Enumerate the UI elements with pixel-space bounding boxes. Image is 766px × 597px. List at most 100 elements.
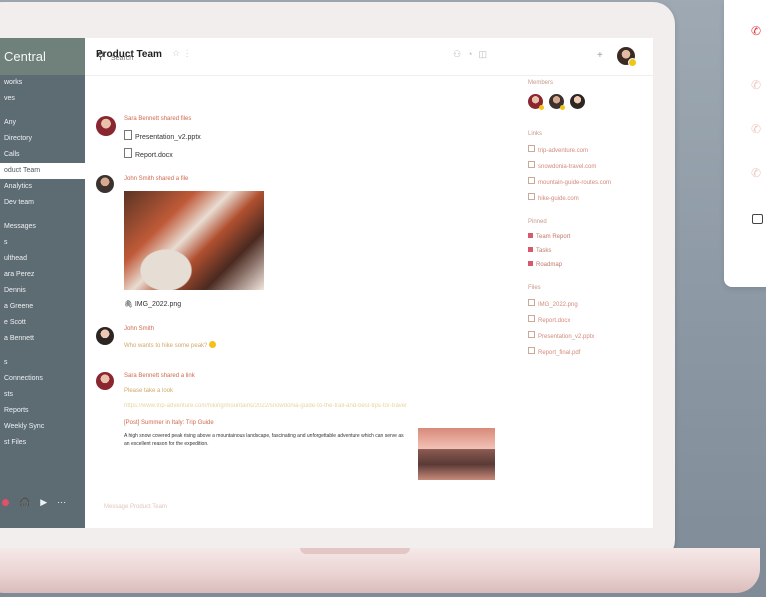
sidebar-item[interactable]: Dev team (0, 195, 85, 211)
notification-dot[interactable] (2, 498, 9, 506)
message-icon[interactable] (752, 214, 763, 224)
avatar[interactable] (617, 47, 637, 67)
sidebar-item[interactable]: oduct Team (0, 163, 85, 179)
avatar[interactable] (96, 175, 114, 193)
files-item[interactable]: Report.docx (528, 315, 648, 324)
sidebar-item[interactable]: e Scott (0, 315, 85, 331)
call-icon[interactable]: ✆ (751, 78, 761, 92)
links-item[interactable]: trip-adventure.com (528, 145, 648, 154)
pinned-item[interactable]: Team Report (528, 233, 648, 240)
sidebar-list: works ves Any Directory Calls oduct Team Analy… (0, 75, 85, 451)
links-item[interactable]: hike-guide.com (528, 193, 648, 202)
shared-link[interactable]: https://www.trip-adventure.com/hiking/mo… (124, 403, 464, 409)
sidebar-item[interactable]: works (0, 75, 85, 91)
pin-icon (528, 233, 533, 238)
attachment-icon: 🖇 (124, 301, 135, 308)
sidebar-item[interactable]: Calls (0, 147, 85, 163)
avatar[interactable] (96, 116, 116, 136)
sidebar-item[interactable]: Dennis (0, 283, 85, 299)
pinned-heading: Pinned (528, 219, 547, 225)
file-icon (528, 331, 535, 338)
workspace-title[interactable]: Central (0, 38, 85, 75)
links-item[interactable]: snowdonia-travel.com (528, 161, 648, 170)
pin-icon (528, 247, 533, 252)
sidebar-item[interactable]: s (0, 355, 85, 371)
pinned-list: Team Report Tasks Roadmap (528, 233, 648, 268)
call-card: ✆ ✆ ✆ ✆ (724, 0, 766, 287)
file-icon (528, 347, 535, 354)
message-author: Sara Bennett shared a link (124, 373, 195, 379)
file-icon (528, 299, 535, 306)
sidebar-item[interactable]: a Greene (0, 299, 85, 315)
sidebar-item[interactable]: sts (0, 387, 85, 403)
more-icon[interactable]: ⋯ (57, 497, 66, 508)
members-heading: Members (528, 80, 554, 86)
message-text: Please take a look (124, 388, 174, 394)
headset-icon[interactable]: 🎧 (19, 497, 30, 508)
message-author: John Smith (124, 326, 155, 332)
sidebar-item[interactable]: ara Perez (0, 267, 85, 283)
call-icon[interactable]: ✆ (751, 122, 761, 136)
file-attachment[interactable]: Presentation_v2.pptx (124, 130, 201, 141)
avatar[interactable] (96, 327, 114, 345)
laptop-notch (300, 548, 410, 554)
sidebar-item[interactable]: s (0, 235, 85, 251)
pin-icon (528, 261, 533, 266)
message-author: Sara Bennett shared files (124, 116, 192, 122)
link-preview-title: [Post] Summer in Italy: Trip Guide (124, 420, 214, 426)
link-preview-image[interactable] (418, 428, 495, 480)
page-title: Product Team (96, 49, 162, 60)
files-list: IMG_2022.png Report.docx Presentation_v2.p… (528, 299, 648, 356)
call-icon[interactable]: ✆ (751, 166, 761, 180)
right-panel: Members Links trip-adventure.com snowdoni… (528, 80, 648, 363)
sidebar-item[interactable]: Messages (0, 219, 85, 235)
file-icon (528, 315, 535, 322)
sidebar-item[interactable]: ulthead (0, 251, 85, 267)
sidebar-item[interactable]: a Bennett (0, 331, 85, 347)
files-heading: Files (528, 285, 541, 291)
sidebar-item[interactable]: st Files (0, 435, 85, 451)
document-icon (124, 148, 132, 158)
link-preview[interactable]: [Post] Summer in Italy: Trip Guide A hig… (124, 420, 404, 448)
link-preview-body: A high snow covered peak rising above a … (124, 433, 404, 447)
sidebar-item[interactable]: Reports (0, 403, 85, 419)
avatar[interactable] (96, 372, 114, 390)
avatar[interactable] (549, 94, 565, 110)
avatar[interactable] (570, 94, 585, 109)
files-item[interactable]: IMG_2022.png (528, 299, 648, 308)
message-author: John Smith shared a file (124, 176, 189, 182)
sidebar-item[interactable]: Any (0, 115, 85, 131)
sidebar-item[interactable]: Connections (0, 371, 85, 387)
message-input[interactable]: Message Product Team (104, 504, 167, 510)
missed-call-icon[interactable]: ✆ (751, 24, 761, 38)
file-icon (528, 193, 535, 200)
shared-image[interactable] (124, 191, 264, 290)
pinned-item[interactable]: Tasks (528, 247, 648, 254)
star-icon[interactable]: ☆ ⋮ (172, 48, 192, 59)
avatar[interactable] (528, 94, 544, 110)
links-heading: Links (528, 131, 543, 137)
file-attachment[interactable]: Report.docx (124, 148, 173, 159)
add-button[interactable]: + (597, 50, 603, 61)
image-filename[interactable]: 🖇 IMG_2022.png (124, 300, 181, 308)
links-item[interactable]: mountain-guide-routes.com (528, 177, 648, 186)
emoji-icon (209, 341, 217, 348)
laptop-base (0, 548, 760, 593)
sidebar-item[interactable]: Weekly Sync (0, 419, 85, 435)
file-icon (528, 161, 535, 168)
sidebar: Central works ves Any Directory Calls oduct T… (0, 38, 85, 528)
sidebar-item[interactable]: Directory (0, 131, 85, 147)
files-item[interactable]: Report_final.pdf (528, 347, 648, 356)
video-icon[interactable]: ▶ (40, 497, 47, 508)
header-actions[interactable]: ⚇◔◫ (453, 49, 493, 60)
links-list: trip-adventure.com snowdonia-travel.com mo… (528, 145, 648, 202)
member-avatars (528, 94, 648, 110)
files-item[interactable]: Presentation_v2.pptx (528, 331, 648, 340)
sidebar-item[interactable]: Analytics (0, 179, 85, 195)
sidebar-item[interactable]: ves (0, 91, 85, 107)
pinned-item[interactable]: Roadmap (528, 261, 648, 268)
file-icon (528, 177, 535, 184)
